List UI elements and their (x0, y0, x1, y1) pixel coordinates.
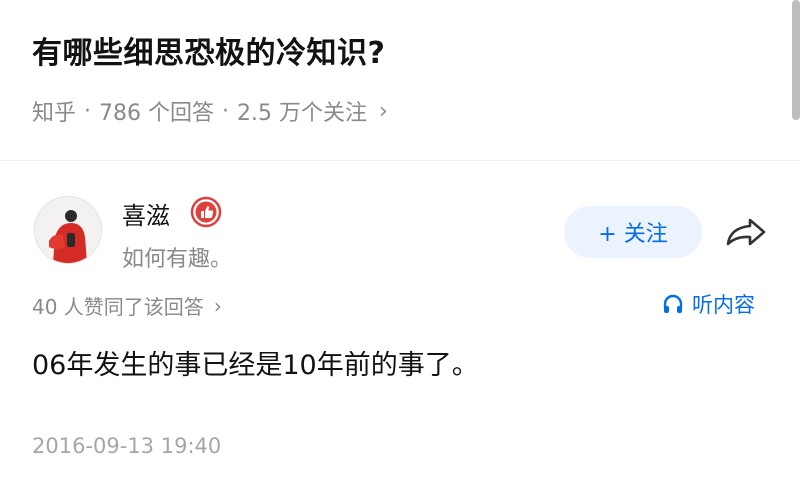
section-divider (0, 160, 800, 161)
question-meta[interactable]: 知乎 · 786 个回答 · 2.5 万个关注 › (32, 95, 388, 127)
vote-count-row[interactable]: 40 人赞同了该回答 › (32, 291, 222, 320)
avatar[interactable] (34, 196, 102, 264)
scrollbar-thumb[interactable] (792, 0, 800, 120)
chevron-right-icon: › (213, 293, 222, 318)
headphones-icon (663, 294, 683, 313)
thumbs-up-badge-icon (190, 196, 222, 228)
zhihu-answer-page: 有哪些细思恐极的冷知识? 知乎 · 786 个回答 · 2.5 万个关注 › 喜… (0, 0, 800, 496)
answer-content: 06年发生的事已经是10年前的事了。 (32, 350, 479, 381)
answers-count: 786 个回答 (99, 101, 215, 126)
avatar-image (35, 197, 101, 263)
question-title[interactable]: 有哪些细思恐极的冷知识? (32, 28, 385, 72)
follow-button[interactable]: + 关注 (564, 206, 702, 258)
chevron-right-icon: › (379, 98, 388, 124)
vote-count-text: 40 人赞同了该回答 (32, 295, 204, 319)
followers-count: 2.5 万个关注 (237, 101, 367, 126)
meta-separator: · (222, 98, 230, 124)
listen-label: 听内容 (692, 293, 755, 317)
meta-separator: · (84, 98, 92, 124)
author-bio: 如何有趣。 (122, 247, 233, 272)
author-name[interactable]: 喜滋 (122, 196, 170, 231)
listen-button[interactable]: 听内容 (662, 289, 755, 319)
share-icon[interactable] (720, 212, 770, 252)
answer-timestamp: 2016-09-13 19:40 (32, 434, 222, 458)
source-label: 知乎 (32, 101, 77, 126)
